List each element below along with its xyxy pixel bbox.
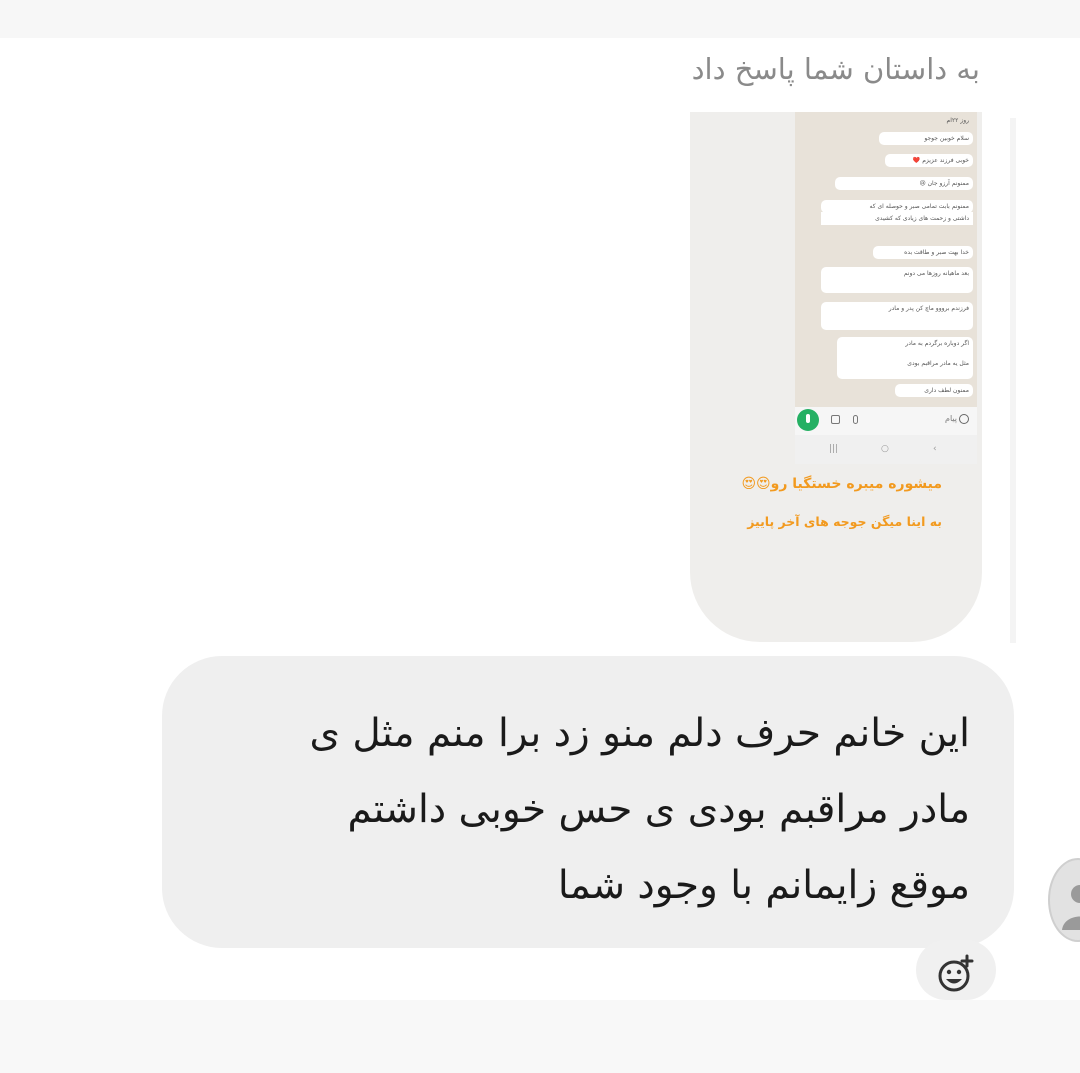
screenshot-message: مثل یه مادر مراقبم بودی (837, 357, 973, 370)
screenshot-message: ممنون لطف داری (895, 384, 973, 397)
microphone-icon (797, 409, 819, 431)
screenshot-message: خوبی فرزند عزیزم ❤️ (885, 154, 973, 167)
story-screenshot: روز ۲۲ام سلام خوبین جوجو خوبی فرزند عزیز… (795, 112, 977, 464)
reply-header: به داستان شما پاسخ داد (691, 52, 980, 86)
camera-icon (831, 415, 840, 424)
screenshot-message: روز ۲۲ام (946, 117, 969, 124)
add-reaction-button[interactable] (916, 940, 996, 1000)
message-bubble[interactable]: این خانم حرف دلم منو زد برا منم مثل ی ما… (162, 656, 1014, 948)
message-text: این خانم حرف دلم منو زد برا منم مثل ی ما… (309, 711, 970, 908)
screenshot-message: خدا بهت صبر و طاقت بده (873, 246, 973, 259)
screenshot-nav-bar: ||| ○ ‹ (795, 435, 977, 464)
screenshot-message: سلام خوبین جوجو (879, 132, 973, 145)
story-divider (1010, 118, 1016, 643)
recents-icon: ||| (829, 444, 839, 454)
status-bar-area (0, 0, 1080, 38)
add-reaction-icon (938, 954, 974, 992)
home-icon: ○ (881, 444, 889, 454)
screenshot-message: بعد ماهیانه روزها می دونم (821, 267, 973, 293)
story-caption-line1: میشوره میبره خستگیا رو😍😍 (741, 476, 942, 492)
screenshot-input-bar: پیام (795, 407, 977, 435)
screenshot-message: فرزندم برووو ماچ کن پدر و مادر (821, 302, 973, 330)
screenshot-message: داشتی و زحمت های زیادی که کشیدی (821, 212, 973, 225)
user-avatar-icon[interactable] (1048, 858, 1080, 942)
back-icon: ‹ (933, 444, 937, 454)
story-preview[interactable]: روز ۲۲ام سلام خوبین جوجو خوبی فرزند عزیز… (690, 112, 982, 642)
attachment-icon (853, 415, 858, 424)
story-caption-line2: به اینا میگن جوجه های آخر پاییز (747, 514, 942, 529)
emoji-icon (959, 414, 969, 424)
bottom-area (0, 1000, 1080, 1073)
screenshot-input-placeholder: پیام (945, 414, 958, 423)
screenshot-chat: روز ۲۲ام سلام خوبین جوجو خوبی فرزند عزیز… (795, 112, 977, 407)
screenshot-message: ممنونم آرزو جان 😢 (835, 177, 973, 190)
